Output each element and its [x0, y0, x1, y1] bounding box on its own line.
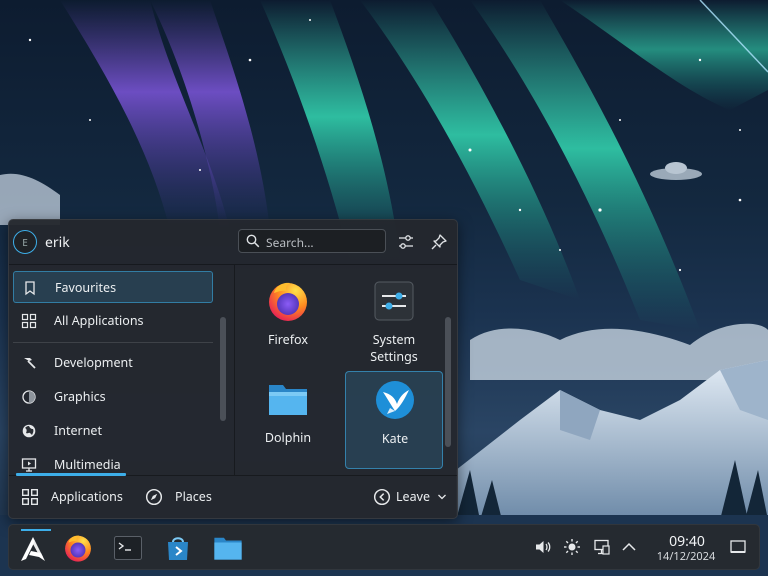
app-label: Kate [381, 430, 409, 447]
terminal-icon [114, 536, 142, 560]
app-label: Dolphin [264, 429, 312, 446]
tab-places[interactable]: Places [145, 486, 225, 508]
leave-label: Leave [396, 488, 431, 505]
grid-icon [21, 313, 37, 329]
leave-button[interactable]: Leave [373, 486, 453, 508]
category-all-applications[interactable]: All Applications [13, 305, 213, 337]
category-sidebar: Favourites All Applications Development … [9, 265, 231, 475]
brightness-icon[interactable] [563, 538, 581, 556]
taskbar: 09:40 14/12/2024 [8, 524, 760, 570]
search-icon [246, 234, 260, 248]
tab-label: Places [175, 488, 212, 505]
app-tile-firefox[interactable]: Firefox [239, 273, 337, 371]
clock-date[interactable]: 14/12/2024 [643, 549, 729, 564]
application-launcher-icon [21, 537, 45, 561]
avatar-initial: E [22, 235, 28, 249]
category-label: All Applications [54, 312, 144, 329]
discover-icon [168, 537, 188, 560]
category-divider [13, 342, 213, 343]
category-label: Development [54, 354, 133, 371]
chevron-down-icon [438, 494, 446, 500]
system-settings-icon [374, 281, 414, 321]
category-graphics[interactable]: Graphics [13, 381, 213, 413]
search-input[interactable]: Search... [238, 229, 386, 253]
taskbar-discover[interactable] [159, 529, 197, 567]
launcher-footer: Applications Places Leave [9, 473, 457, 519]
app-tile-dolphin[interactable]: Dolphin [239, 371, 337, 469]
firefox-icon [65, 535, 91, 562]
graphics-icon [22, 390, 36, 404]
category-favourites[interactable]: Favourites [13, 271, 213, 303]
monitor-icon [21, 458, 37, 472]
compass-icon [145, 488, 163, 506]
category-label: Multimedia [54, 456, 121, 473]
category-internet[interactable]: Internet [13, 415, 213, 447]
show-desktop-icon[interactable] [729, 538, 747, 556]
taskbar-dolphin[interactable] [209, 529, 247, 567]
hammer-icon [24, 358, 36, 369]
active-tab-indicator [16, 473, 126, 476]
avatar[interactable]: E [13, 230, 37, 254]
folder-icon [214, 537, 242, 560]
application-launcher-menu: E erik Search... Favourites All Applicat… [8, 219, 458, 519]
app-label: Firefox [268, 331, 308, 348]
category-scrollbar[interactable] [220, 317, 226, 421]
firefox-icon [269, 282, 307, 321]
category-development[interactable]: Development [13, 347, 213, 379]
globe-icon [22, 424, 36, 438]
category-label: Favourites [55, 279, 117, 296]
back-circle-icon [373, 488, 391, 506]
pin-icon[interactable] [429, 232, 449, 252]
app-grid-scrollbar[interactable] [445, 317, 451, 447]
taskbar-terminal[interactable] [109, 529, 147, 567]
user-name: erik [45, 233, 70, 252]
launcher-active-indicator [21, 529, 51, 531]
category-multimedia[interactable]: Multimedia [13, 449, 213, 475]
chevron-up-icon[interactable] [620, 538, 638, 556]
search-placeholder: Search... [266, 234, 314, 251]
tab-applications[interactable]: Applications [21, 486, 131, 508]
launcher-header: E erik Search... [9, 220, 457, 264]
app-label: System Settings [370, 331, 418, 365]
tab-label: Applications [51, 488, 123, 505]
category-label: Internet [54, 422, 102, 439]
kate-icon [376, 381, 414, 419]
application-launcher-button[interactable] [13, 529, 51, 567]
app-tile-kate[interactable]: Kate [345, 371, 443, 469]
category-label: Graphics [54, 388, 106, 405]
app-grid: Firefox System Settings Dolphin Kate [235, 265, 457, 475]
app-tile-system-settings[interactable]: System Settings [345, 273, 443, 371]
bookmark-icon [25, 281, 35, 296]
taskbar-firefox[interactable] [59, 529, 97, 567]
network-icon[interactable] [593, 538, 611, 556]
grid-icon [22, 489, 38, 505]
folder-icon [269, 385, 307, 415]
volume-icon[interactable] [534, 538, 552, 556]
configure-icon[interactable] [396, 232, 416, 252]
